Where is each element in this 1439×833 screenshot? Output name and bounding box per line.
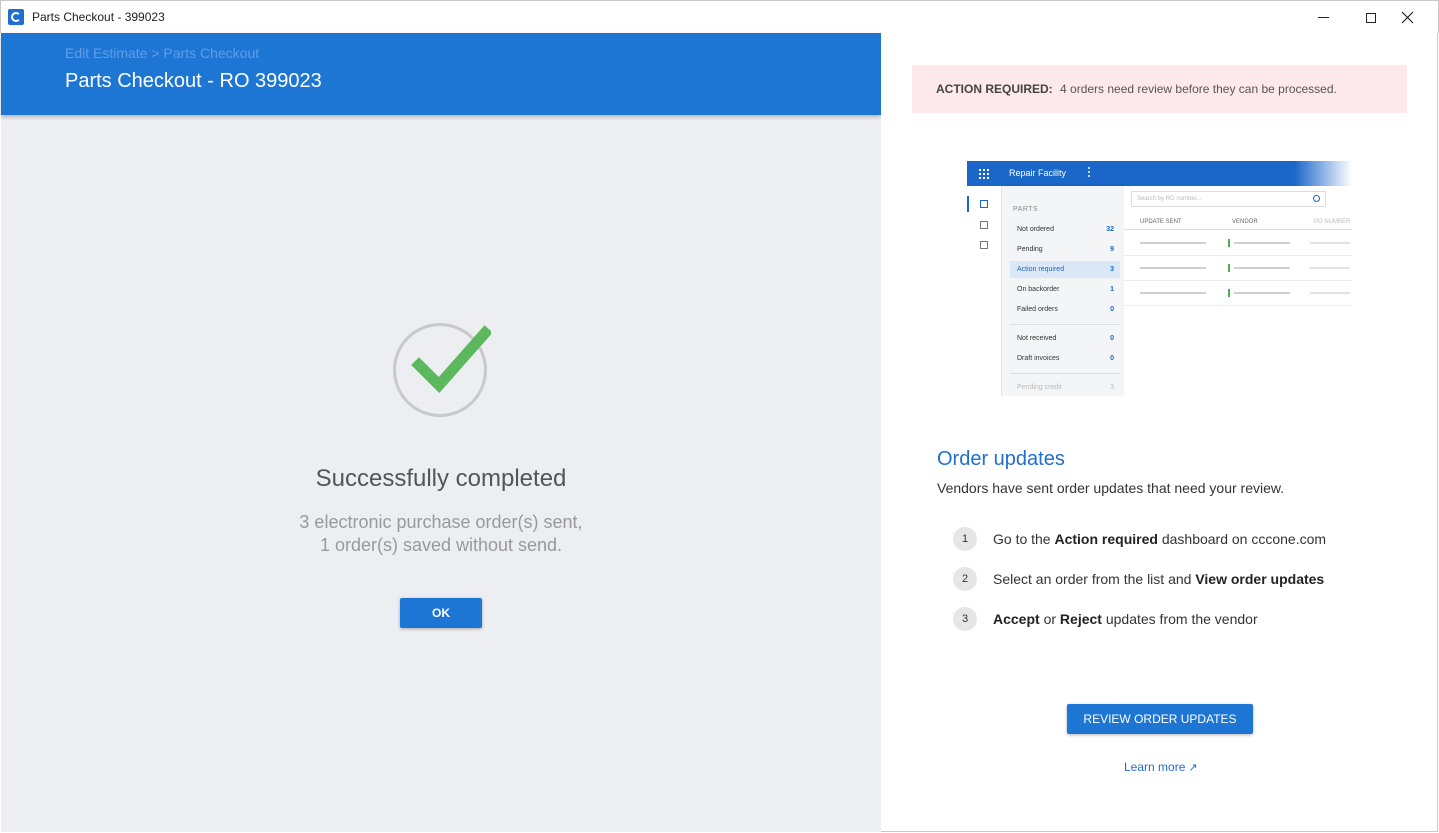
- illustration-search: Search by RO number...: [1131, 191, 1326, 207]
- order-updates-description: Vendors have sent order updates that nee…: [937, 480, 1285, 496]
- ok-button[interactable]: OK: [400, 598, 482, 628]
- sidebar-item: Not ordered 32: [1017, 226, 1114, 233]
- learn-more-link[interactable]: Learn more ↗: [1124, 760, 1198, 774]
- table-row: [1124, 281, 1352, 306]
- illustration-topbar: Repair Facility: [967, 161, 1352, 186]
- close-button[interactable]: [1389, 1, 1425, 34]
- sidebar-item-active: Action required 3: [1010, 261, 1120, 278]
- window-title: Parts Checkout - 399023: [32, 10, 165, 24]
- review-order-updates-button[interactable]: REVIEW ORDER UPDATES: [1067, 704, 1253, 734]
- sidebar-item: Failed orders 0: [1017, 306, 1114, 313]
- alert-label: ACTION REQUIRED:: [936, 82, 1053, 96]
- illustration-app-name: Repair Facility: [1009, 168, 1067, 178]
- step-number: 3: [953, 607, 977, 631]
- page-title: Parts Checkout - RO 399023: [65, 70, 322, 92]
- table-row: [1124, 231, 1352, 256]
- illustration-table: Search by RO number... UPDATE SENT VENDO…: [1124, 186, 1352, 396]
- image-icon: [980, 221, 988, 229]
- success-line-1: 3 electronic purchase order(s) sent,: [299, 512, 583, 532]
- illustration-rail: [967, 186, 1002, 396]
- checkout-panel: Edit Estimate > Parts Checkout Parts Che…: [1, 33, 881, 832]
- sidebar-item: Not received 0: [1017, 335, 1114, 342]
- search-icon: [1313, 195, 1320, 202]
- step-text: Go to the Action required dashboard on c…: [993, 531, 1327, 547]
- rail-active-indicator: [967, 196, 969, 212]
- sidebar-item: Draft invoices 0: [1017, 355, 1114, 362]
- step-text: Accept or Reject updates from the vendor: [993, 611, 1258, 627]
- success-line-2: 1 order(s) saved without send.: [319, 535, 563, 555]
- sidebar-item: Pending credit 3: [1017, 384, 1114, 391]
- sidebar-section-header: PARTS: [1013, 206, 1039, 213]
- dashboard-illustration: Repair Facility PARTS Not ordered 32 Pend…: [967, 161, 1352, 396]
- order-updates-title: Order updates: [937, 448, 1065, 470]
- breadcrumb[interactable]: Edit Estimate > Parts Checkout: [65, 45, 259, 61]
- success-indicator: [391, 321, 491, 421]
- close-icon: [1401, 11, 1413, 24]
- success-message: 3 electronic purchase order(s) sent, 1 o…: [1, 511, 881, 557]
- minimize-icon: [1317, 17, 1329, 18]
- success-title: Successfully completed: [315, 465, 567, 492]
- step-text: Select an order from the list and View o…: [993, 571, 1325, 587]
- apps-grid-icon: [979, 169, 989, 179]
- maximize-button[interactable]: [1353, 1, 1389, 34]
- sidebar-item: On backorder 1: [1017, 286, 1114, 293]
- step-number: 1: [953, 527, 977, 551]
- sidebar-item: Pending 9: [1017, 246, 1114, 253]
- kebab-menu-icon: [1088, 167, 1092, 179]
- page-header: Edit Estimate > Parts Checkout Parts Che…: [1, 33, 881, 115]
- checkmark-icon: [411, 325, 491, 394]
- document-icon: [980, 241, 988, 249]
- action-required-alert: ACTION REQUIRED: 4 orders need review be…: [912, 65, 1407, 113]
- minimize-button[interactable]: [1305, 1, 1341, 34]
- sidebar-divider: [1010, 324, 1120, 325]
- table-row: [1124, 256, 1352, 281]
- order-updates-panel: ACTION REQUIRED: 4 orders need review be…: [881, 33, 1438, 832]
- alert-message: 4 orders need review before they can be …: [1060, 82, 1337, 96]
- external-link-icon: ↗: [1188, 762, 1198, 774]
- step-number: 2: [953, 567, 977, 591]
- window-titlebar: Parts Checkout - 399023: [0, 0, 1439, 33]
- maximize-icon: [1366, 12, 1376, 23]
- illustration-table-header: UPDATE SENT VENDOR PO NUMBER: [1124, 212, 1352, 230]
- sidebar-divider: [1010, 373, 1120, 374]
- list-icon: [980, 200, 988, 208]
- cccone-icon: [8, 9, 24, 25]
- illustration-sidebar: PARTS Not ordered 32 Pending 9 Action requ…: [1002, 186, 1124, 396]
